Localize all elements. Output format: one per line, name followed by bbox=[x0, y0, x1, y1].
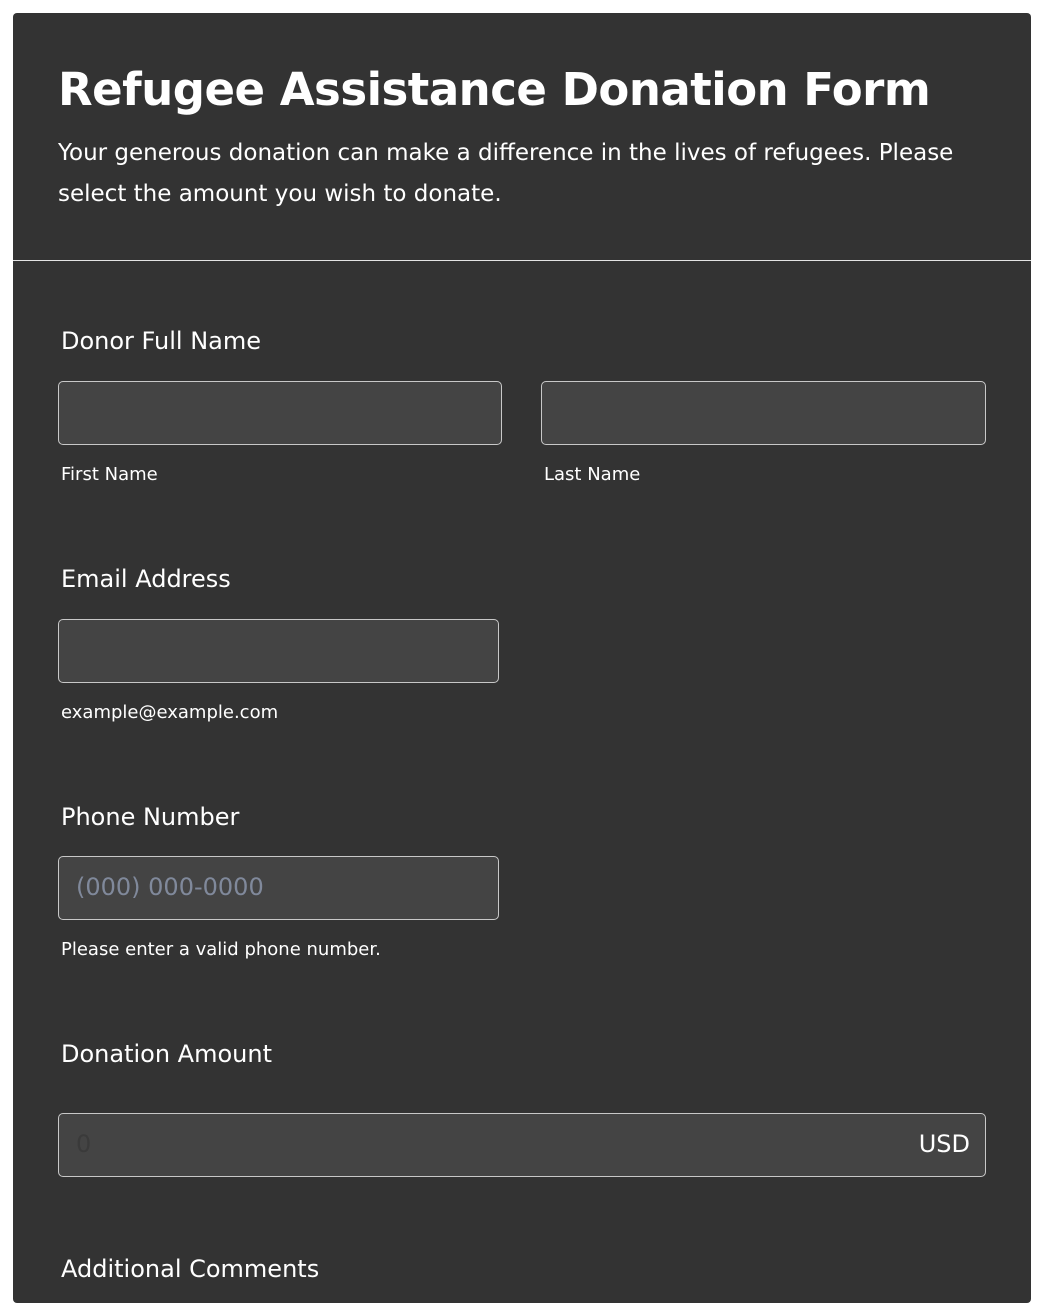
email-label: Email Address bbox=[61, 565, 231, 593]
first-name-sublabel: First Name bbox=[61, 464, 158, 485]
currency-suffix: USD bbox=[918, 1130, 970, 1158]
form-header: Refugee Assistance Donation Form Your ge… bbox=[13, 13, 1031, 261]
phone-sublabel: Please enter a valid phone number. bbox=[61, 939, 381, 960]
phone-placeholder: (000) 000-0000 bbox=[76, 873, 264, 901]
phone-label: Phone Number bbox=[61, 803, 240, 831]
comments-label: Additional Comments bbox=[61, 1255, 320, 1283]
email-sublabel: example@example.com bbox=[61, 702, 279, 723]
last-name-sublabel: Last Name bbox=[544, 464, 641, 485]
phone-input[interactable]: (000) 000-0000 bbox=[58, 856, 499, 920]
email-input[interactable] bbox=[58, 619, 499, 683]
form-title: Refugee Assistance Donation Form bbox=[58, 63, 931, 116]
donor-name-label: Donor Full Name bbox=[61, 327, 262, 355]
donation-form-card: Refugee Assistance Donation Form Your ge… bbox=[13, 13, 1031, 1303]
donation-amount-input[interactable]: 0 USD bbox=[58, 1113, 986, 1177]
donation-amount-placeholder: 0 bbox=[76, 1130, 92, 1158]
form-subtitle: Your generous donation can make a differ… bbox=[58, 140, 954, 207]
donation-amount-label: Donation Amount bbox=[61, 1040, 272, 1068]
last-name-input[interactable] bbox=[541, 381, 986, 445]
first-name-input[interactable] bbox=[58, 381, 502, 445]
